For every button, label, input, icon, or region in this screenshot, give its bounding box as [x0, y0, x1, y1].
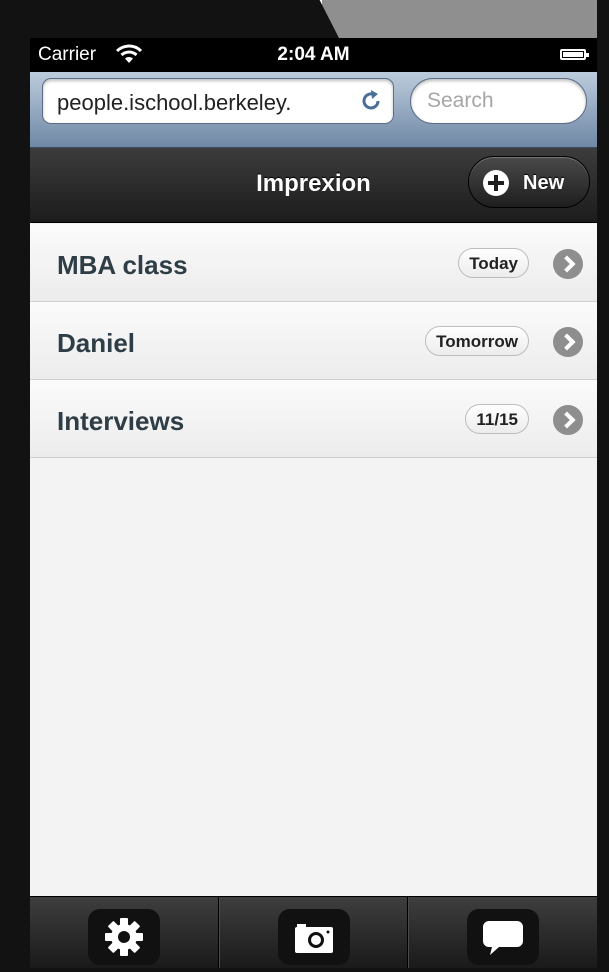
app-header: Imprexion New: [30, 148, 597, 223]
settings-button[interactable]: [30, 897, 219, 968]
camera-icon-box: [277, 909, 350, 965]
battery-icon: [560, 49, 589, 60]
plus-icon: [483, 170, 509, 196]
status-bar: Carrier 2:04 AM: [30, 38, 597, 72]
clock: 2:04 AM: [277, 44, 350, 65]
list-item-title: Interviews: [57, 406, 185, 436]
settings-icon-box: [88, 909, 160, 965]
device-frame-top: [0, 0, 340, 40]
list-item-title: Daniel: [57, 328, 136, 358]
chevron-right-icon: [553, 327, 583, 357]
device-frame-right: [597, 0, 609, 972]
chevron-right-icon: [553, 405, 583, 435]
camera-icon: [294, 924, 333, 953]
chevron-right-icon: [553, 249, 583, 279]
search-input[interactable]: Search: [410, 78, 587, 124]
phone-screen: Carrier 2:04 AM people.ischool.berkeley.…: [30, 38, 597, 968]
camera-button[interactable]: [219, 897, 408, 968]
date-badge: Today: [458, 248, 529, 278]
browser-url-bar: people.ischool.berkeley. Search: [30, 72, 597, 148]
list-item-title: MBA class: [57, 250, 188, 280]
list-item[interactable]: MBA class Today: [30, 224, 597, 302]
device-frame-left: [0, 0, 30, 972]
chat-bubble-icon: [483, 921, 523, 955]
list-item[interactable]: Daniel Tomorrow: [30, 302, 597, 380]
date-badge: Tomorrow: [425, 326, 529, 356]
address-field[interactable]: people.ischool.berkeley.: [42, 78, 394, 124]
event-list: MBA class Today Daniel Tomorrow Intervie…: [30, 224, 597, 458]
new-button-label: New: [523, 172, 565, 194]
footer-toolbar: [30, 896, 597, 968]
device-frame-top-light: [322, 0, 609, 40]
chat-button[interactable]: [408, 897, 597, 968]
reload-icon[interactable]: [359, 89, 383, 113]
chat-icon-box: [467, 909, 539, 965]
list-item[interactable]: Interviews 11/15: [30, 380, 597, 458]
device-frame-bottom: [0, 968, 609, 972]
address-text: people.ischool.berkeley.: [57, 90, 357, 116]
gear-icon: [105, 918, 143, 956]
date-badge: 11/15: [465, 404, 529, 434]
new-button[interactable]: New: [468, 156, 590, 208]
